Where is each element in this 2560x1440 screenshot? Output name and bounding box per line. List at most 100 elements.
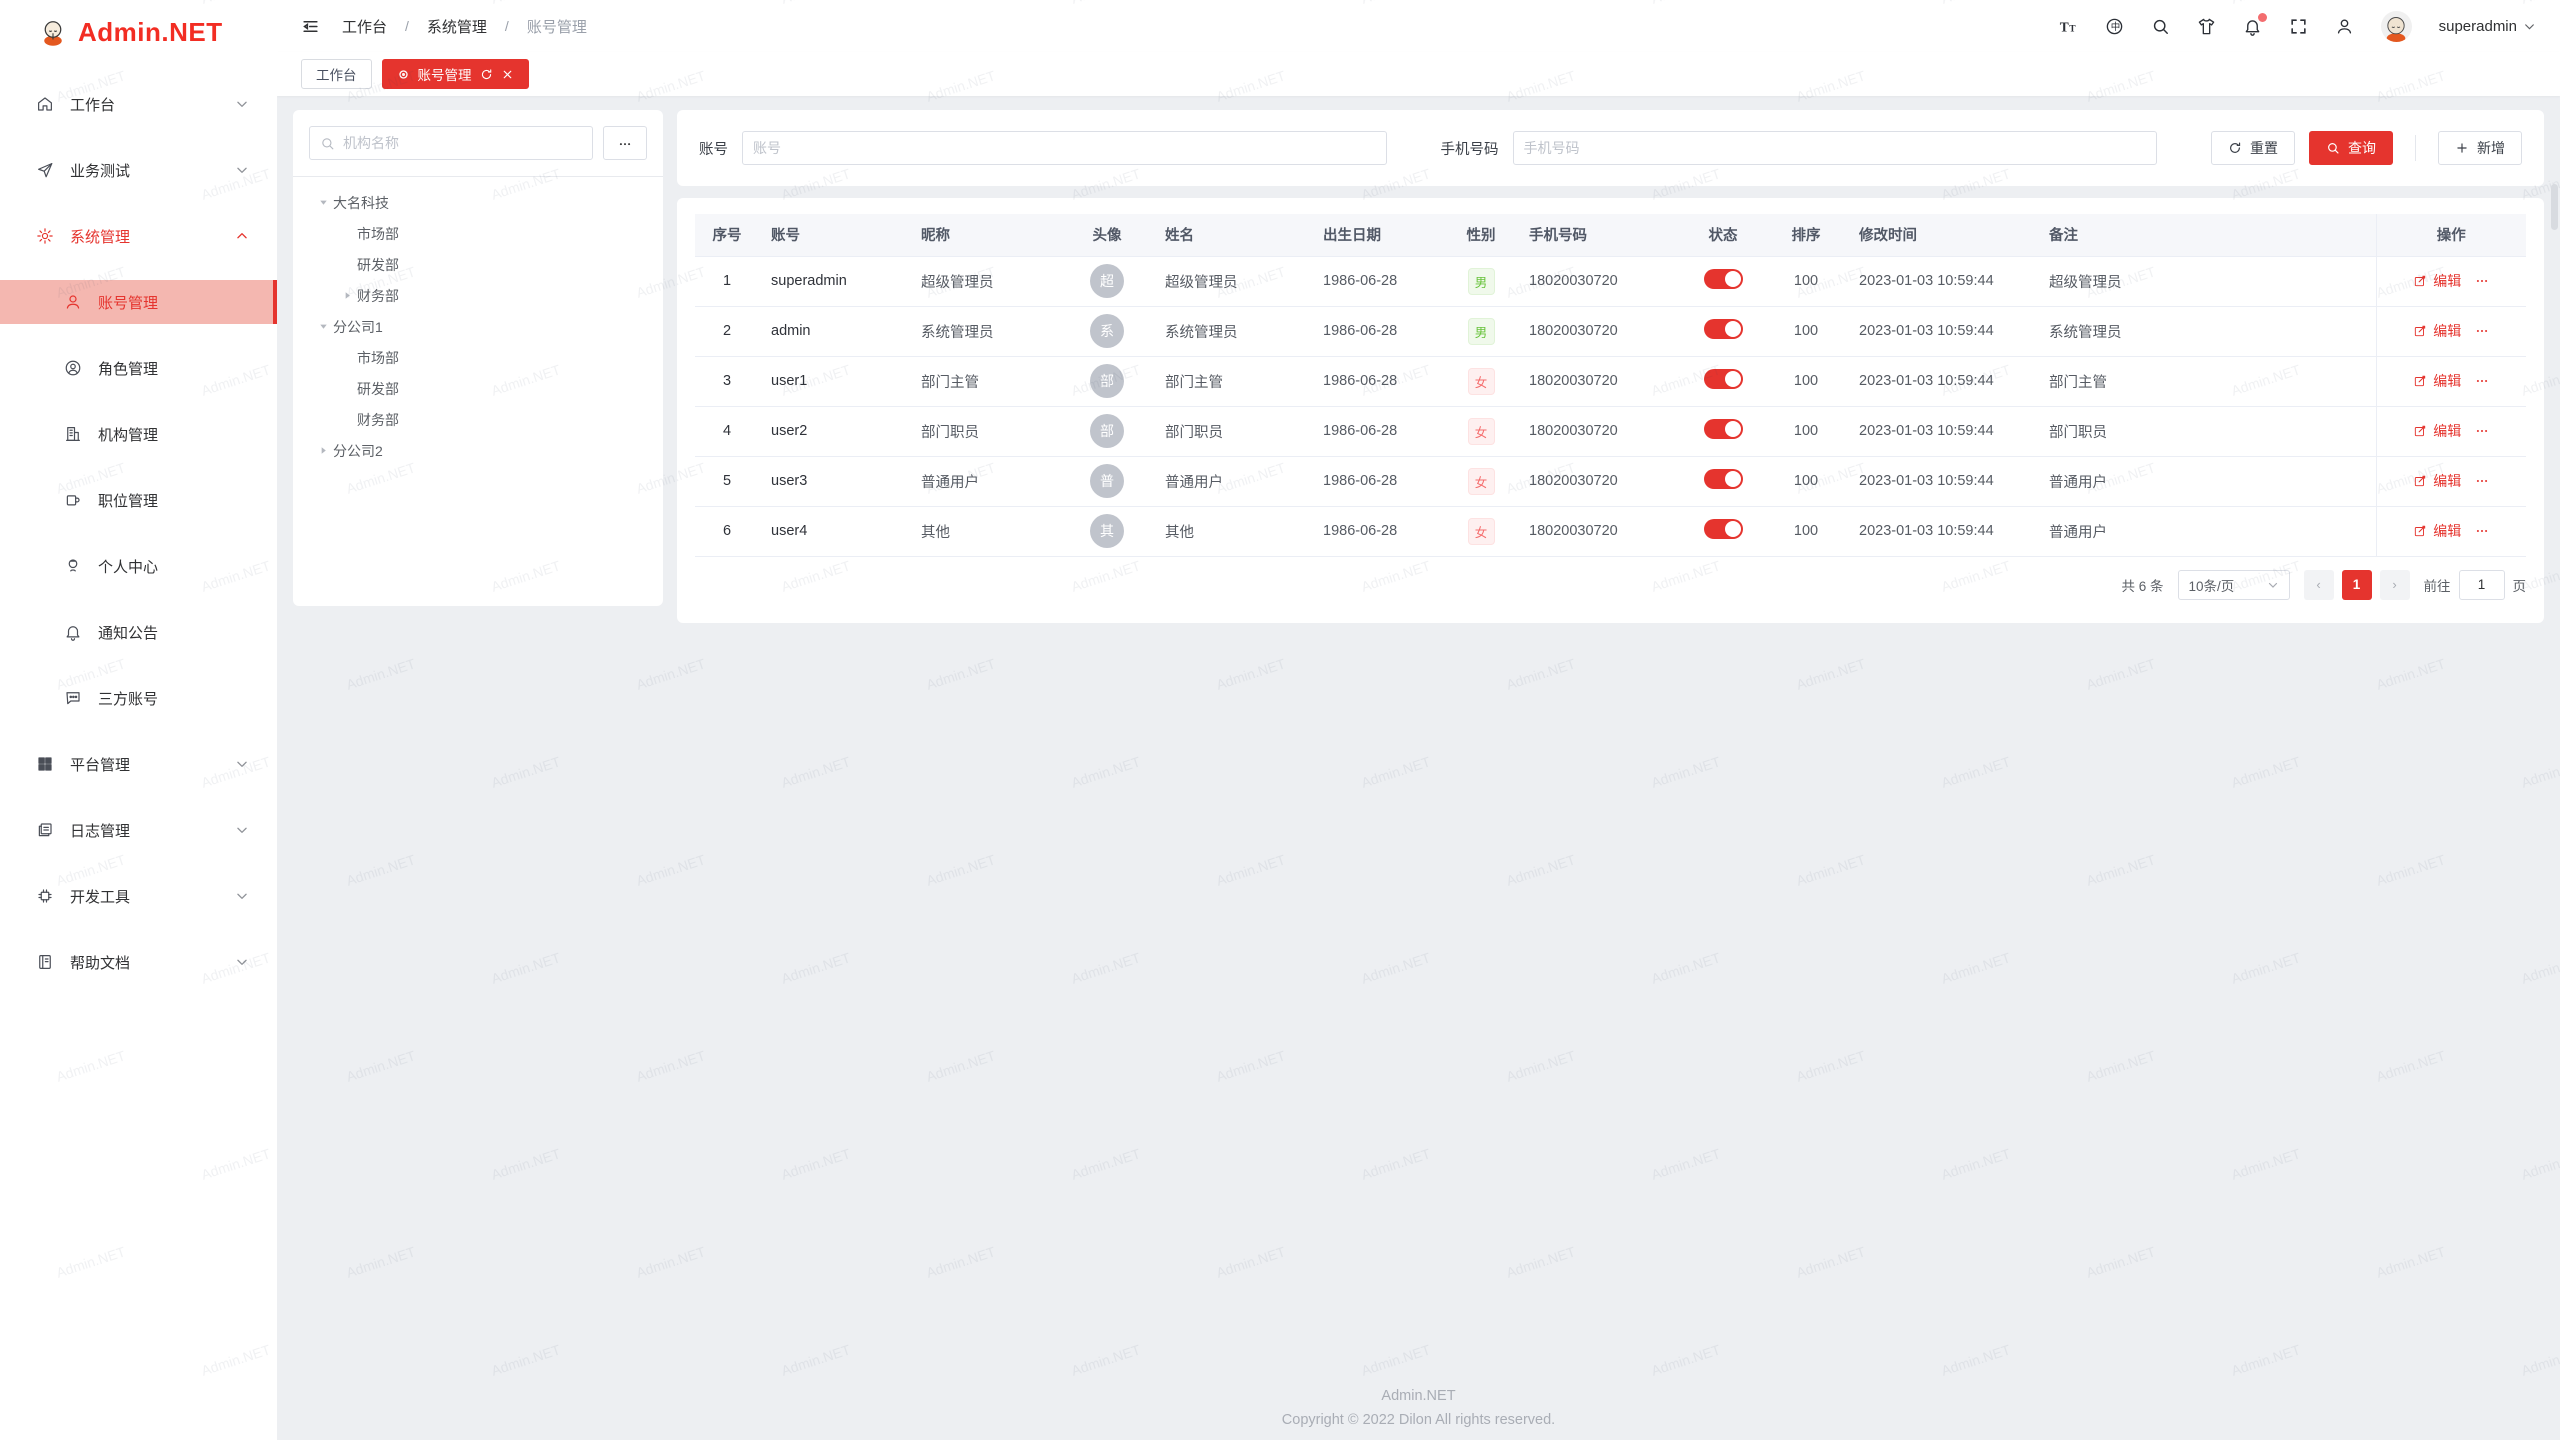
row-more-button[interactable]	[2475, 474, 2489, 488]
sidebar-item-4[interactable]: 日志管理	[0, 808, 277, 852]
edit-button[interactable]: 编辑	[2413, 271, 2461, 291]
pagination: 共 6 条 10条/页 ‹ 1 ›	[695, 557, 2526, 613]
search-icon[interactable]	[2151, 17, 2170, 36]
reset-button[interactable]: 重置	[2211, 131, 2295, 165]
sidebar-subitem-2-2[interactable]: 机构管理	[0, 412, 277, 456]
edit-button[interactable]: 编辑	[2413, 471, 2461, 491]
org-search-input[interactable]	[343, 135, 582, 151]
chevron-down-icon	[235, 823, 249, 837]
footer: Admin.NET Copyright © 2022 Dilon All rig…	[277, 1388, 2560, 1428]
caret-down-icon[interactable]	[313, 197, 333, 208]
tree-node-市场部[interactable]: 市场部	[309, 342, 647, 373]
logo[interactable]: Admin.NET	[0, 0, 277, 64]
menu-fold-icon[interactable]	[301, 17, 320, 36]
prev-page-button[interactable]: ‹	[2304, 570, 2334, 600]
cell-sort: 100	[1765, 256, 1847, 306]
tree-node-label: 市场部	[357, 348, 399, 368]
edit-button[interactable]: 编辑	[2413, 321, 2461, 341]
org-search-field[interactable]	[309, 126, 593, 160]
tab-workbench[interactable]: 工作台	[301, 59, 372, 89]
avatar: 其	[1090, 514, 1124, 548]
sidebar-item-label: 开发工具	[70, 886, 130, 907]
refresh-icon[interactable]	[480, 68, 493, 81]
breadcrumb-item[interactable]: 系统管理	[427, 16, 487, 37]
sidebar-item-2[interactable]: 系统管理	[0, 214, 277, 258]
caret-down-icon[interactable]	[313, 321, 333, 332]
sidebar-subitem-2-3[interactable]: 职位管理	[0, 478, 277, 522]
phone-filter-input[interactable]	[1524, 140, 2147, 156]
cell-remark: 系统管理员	[2037, 306, 2376, 356]
tree-node-分公司2[interactable]: 分公司2	[309, 435, 647, 466]
account-filter-input[interactable]	[753, 140, 1376, 156]
cell-modified: 2023-01-03 10:59:44	[1847, 306, 2037, 356]
tree-node-大名科技[interactable]: 大名科技	[309, 187, 647, 218]
user-outline-icon[interactable]	[2335, 17, 2354, 36]
tree-node-研发部[interactable]: 研发部	[309, 373, 647, 404]
tree-more-button[interactable]	[603, 126, 647, 160]
status-toggle[interactable]	[1704, 369, 1743, 389]
row-more-button[interactable]	[2475, 424, 2489, 438]
tree-node-label: 分公司2	[333, 441, 383, 461]
scrollbar-thumb[interactable]	[2551, 184, 2558, 230]
sidebar-subitem-label: 三方账号	[98, 688, 158, 709]
table-row: 4user2部门职员部部门职员1986-06-28女18020030720100…	[695, 406, 2526, 456]
status-toggle[interactable]	[1704, 269, 1743, 289]
gender-badge: 男	[1468, 318, 1495, 345]
tree-node-分公司1[interactable]: 分公司1	[309, 311, 647, 342]
sidebar-item-6[interactable]: 帮助文档	[0, 940, 277, 984]
status-toggle[interactable]	[1704, 419, 1743, 439]
sidebar-subitem-2-6[interactable]: 三方账号	[0, 676, 277, 720]
row-more-button[interactable]	[2475, 524, 2489, 538]
theme-icon[interactable]	[2197, 17, 2216, 36]
row-more-button[interactable]	[2475, 324, 2489, 338]
sidebar-item-5[interactable]: 开发工具	[0, 874, 277, 918]
account-filter-field[interactable]	[742, 131, 1387, 165]
cell-ops: 编辑	[2376, 456, 2526, 506]
fullscreen-icon[interactable]	[2289, 17, 2308, 36]
status-toggle[interactable]	[1704, 519, 1743, 539]
row-more-button[interactable]	[2475, 374, 2489, 388]
tab-account-management[interactable]: 账号管理	[382, 59, 529, 89]
user-avatar[interactable]	[2381, 11, 2412, 42]
user-menu[interactable]: superadmin	[2439, 18, 2536, 35]
column-header-8: 状态	[1681, 214, 1765, 256]
column-header-9: 排序	[1765, 214, 1847, 256]
cell-phone: 18020030720	[1517, 356, 1681, 406]
breadcrumb-item[interactable]: 工作台	[342, 16, 387, 37]
sidebar-item-0[interactable]: 工作台	[0, 82, 277, 126]
add-button[interactable]: 新增	[2438, 131, 2522, 165]
caret-right-icon[interactable]	[337, 290, 357, 301]
total-count: 共 6 条	[2121, 575, 2163, 595]
font-size-icon[interactable]: TT	[2059, 17, 2078, 36]
sidebar-item-3[interactable]: 平台管理	[0, 742, 277, 786]
edit-button[interactable]: 编辑	[2413, 371, 2461, 391]
cell-birth: 1986-06-28	[1311, 456, 1445, 506]
cell-phone: 18020030720	[1517, 256, 1681, 306]
query-button[interactable]: 查询	[2309, 131, 2393, 165]
edit-button[interactable]: 编辑	[2413, 521, 2461, 541]
current-page-button[interactable]: 1	[2342, 570, 2372, 600]
status-toggle[interactable]	[1704, 319, 1743, 339]
status-toggle[interactable]	[1704, 469, 1743, 489]
edit-button[interactable]: 编辑	[2413, 421, 2461, 441]
sidebar-subitem-2-4[interactable]: 个人中心	[0, 544, 277, 588]
page-size-select[interactable]: 10条/页	[2178, 570, 2290, 600]
notification-bell-icon[interactable]	[2243, 17, 2262, 36]
tree-node-财务部[interactable]: 财务部	[309, 280, 647, 311]
sidebar-subitem-2-0[interactable]: 账号管理	[0, 280, 277, 324]
sidebar-subitem-2-1[interactable]: 角色管理	[0, 346, 277, 390]
chevron-down-icon	[235, 955, 249, 969]
next-page-button[interactable]: ›	[2380, 570, 2410, 600]
row-more-button[interactable]	[2475, 274, 2489, 288]
goto-page-input[interactable]	[2459, 570, 2505, 600]
tree-node-研发部[interactable]: 研发部	[309, 249, 647, 280]
sidebar-subitem-2-5[interactable]: 通知公告	[0, 610, 277, 654]
cell-remark: 部门职员	[2037, 406, 2376, 456]
sidebar-item-1[interactable]: 业务测试	[0, 148, 277, 192]
tree-node-财务部[interactable]: 财务部	[309, 404, 647, 435]
language-icon[interactable]: 中	[2105, 17, 2124, 36]
tree-node-市场部[interactable]: 市场部	[309, 218, 647, 249]
phone-filter-field[interactable]	[1513, 131, 2158, 165]
caret-right-icon[interactable]	[313, 445, 333, 456]
close-icon[interactable]	[501, 68, 514, 81]
